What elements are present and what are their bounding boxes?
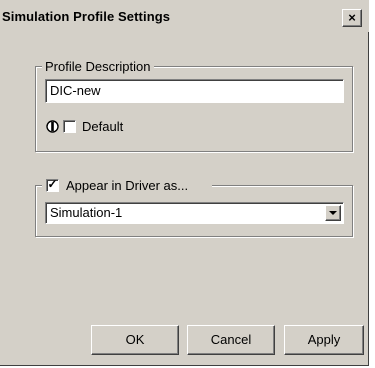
dropdown-button[interactable] <box>325 205 341 221</box>
profile-description-input[interactable]: DIC-new <box>45 79 344 103</box>
default-label: Default <box>82 119 124 134</box>
chevron-down-icon <box>329 211 337 215</box>
appear-in-driver-label: Appear in Driver as... <box>66 178 189 193</box>
lock-icon <box>46 120 59 133</box>
title-bar: Simulation Profile Settings × <box>0 0 369 32</box>
cancel-button[interactable]: Cancel <box>187 325 275 355</box>
profile-description-legend: Profile Description <box>42 59 154 74</box>
ok-button[interactable]: OK <box>91 325 179 355</box>
window-title: Simulation Profile Settings <box>2 9 171 24</box>
check-mark-icon: ✓ <box>47 177 58 191</box>
simulation-profile-dialog: Simulation Profile Settings × Profile De… <box>0 0 369 366</box>
driver-name-selected-value: Simulation-1 <box>50 205 123 220</box>
default-checkbox[interactable] <box>63 120 76 133</box>
close-button[interactable]: × <box>342 9 362 27</box>
driver-name-select[interactable]: Simulation-1 <box>45 202 344 224</box>
appear-in-driver-checkbox[interactable]: ✓ <box>46 177 59 192</box>
apply-button[interactable]: Apply <box>284 325 364 355</box>
